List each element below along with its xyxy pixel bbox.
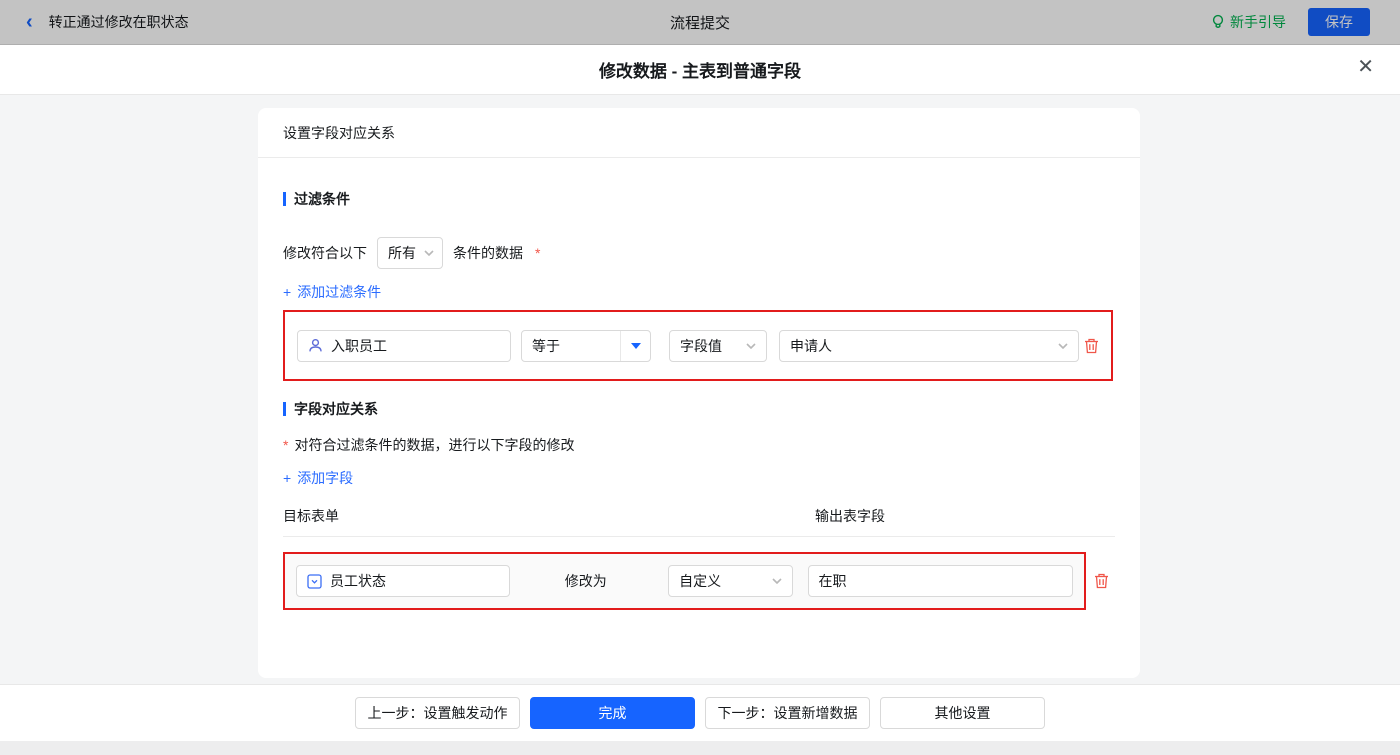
match-prefix-label: 修改符合以下	[283, 245, 367, 261]
other-settings-button[interactable]: 其他设置	[880, 697, 1045, 729]
filter-condition-highlight: 入职员工 等于 字段值 申请人	[283, 310, 1113, 381]
person-icon	[309, 338, 322, 352]
delete-condition-button[interactable]	[1084, 338, 1099, 354]
required-asterisk: *	[283, 437, 289, 453]
next-step-button[interactable]: 下一步：设置新增数据	[705, 697, 870, 729]
target-field-input[interactable]: 员工状态	[296, 565, 510, 597]
save-button[interactable]: 保存	[1308, 8, 1370, 36]
custom-value-input[interactable]: 在职	[807, 565, 1073, 597]
trash-icon	[1095, 573, 1108, 589]
filter-section-title: 过滤条件	[283, 189, 1115, 209]
operator-dropdown-button[interactable]	[620, 330, 650, 361]
modal-footer: 上一步：设置触发动作 完成 下一步：设置新增数据 其他设置	[0, 684, 1400, 741]
beginner-guide-button[interactable]: 新手引导	[1211, 12, 1286, 32]
section-accent-bar	[283, 402, 286, 416]
lightbulb-icon	[1212, 14, 1224, 28]
caret-down-icon	[630, 342, 641, 349]
add-field-link[interactable]: + 添加字段	[283, 468, 353, 488]
mapping-section-title: 字段对应关系	[283, 399, 1115, 419]
output-field-column: 输出表字段	[815, 508, 885, 524]
value-select[interactable]: 申请人	[779, 329, 1079, 362]
mode-select[interactable]: 自定义	[668, 565, 793, 597]
card-title: 设置字段对应关系	[258, 108, 1140, 158]
field-mapping-card: 设置字段对应关系 过滤条件 修改符合以下 所有 条件的数据 * + 添加过滤条件	[258, 108, 1140, 678]
prev-step-button[interactable]: 上一步：设置触发动作	[355, 697, 520, 729]
modify-to-label: 修改为	[564, 573, 607, 589]
filter-field-input[interactable]: 入职员工	[297, 329, 511, 362]
guide-label: 新手引导	[1230, 14, 1286, 30]
modal-header: 修改数据 - 主表到普通字段 ✕	[0, 45, 1400, 95]
value-type-select[interactable]: 字段值	[669, 329, 767, 362]
mapping-description: * 对符合过滤条件的数据，进行以下字段的修改	[283, 437, 575, 453]
page-background-strip	[0, 741, 1400, 755]
plus-icon: +	[283, 470, 292, 486]
required-asterisk: *	[535, 245, 541, 261]
chevron-down-icon	[1058, 342, 1068, 349]
mapping-columns-header: 目标表单 输出表字段	[283, 506, 1115, 537]
process-submit-label: 流程提交	[669, 14, 730, 32]
section-accent-bar	[283, 192, 286, 206]
chevron-down-icon	[746, 342, 756, 349]
chevron-down-icon	[424, 250, 434, 256]
chevron-down-icon	[771, 578, 782, 584]
plus-icon: +	[283, 284, 292, 300]
mapping-row: 员工状态 修改为 自定义 在职	[283, 552, 1115, 610]
modal-title: 修改数据 - 主表到普通字段	[598, 62, 802, 81]
add-filter-condition-link[interactable]: + 添加过滤条件	[283, 282, 381, 302]
top-toolbar: ‹ 转正通过修改在职状态 流程提交 新手引导 保存	[0, 0, 1400, 45]
close-icon[interactable]: ✕	[1357, 57, 1374, 77]
done-button[interactable]: 完成	[530, 697, 695, 729]
match-scope-select[interactable]: 所有	[377, 237, 443, 269]
modal-body: 设置字段对应关系 过滤条件 修改符合以下 所有 条件的数据 * + 添加过滤条件	[0, 95, 1400, 684]
match-suffix-label: 条件的数据	[453, 245, 523, 261]
trash-icon	[1085, 338, 1098, 353]
operator-select[interactable]: 等于	[521, 329, 651, 362]
match-condition-row: 修改符合以下 所有 条件的数据 *	[283, 237, 1115, 269]
target-form-column: 目标表单	[283, 508, 339, 524]
delete-mapping-button[interactable]	[1094, 573, 1109, 589]
select-field-icon	[307, 573, 322, 589]
mapping-row-highlight: 员工状态 修改为 自定义 在职	[283, 552, 1086, 610]
